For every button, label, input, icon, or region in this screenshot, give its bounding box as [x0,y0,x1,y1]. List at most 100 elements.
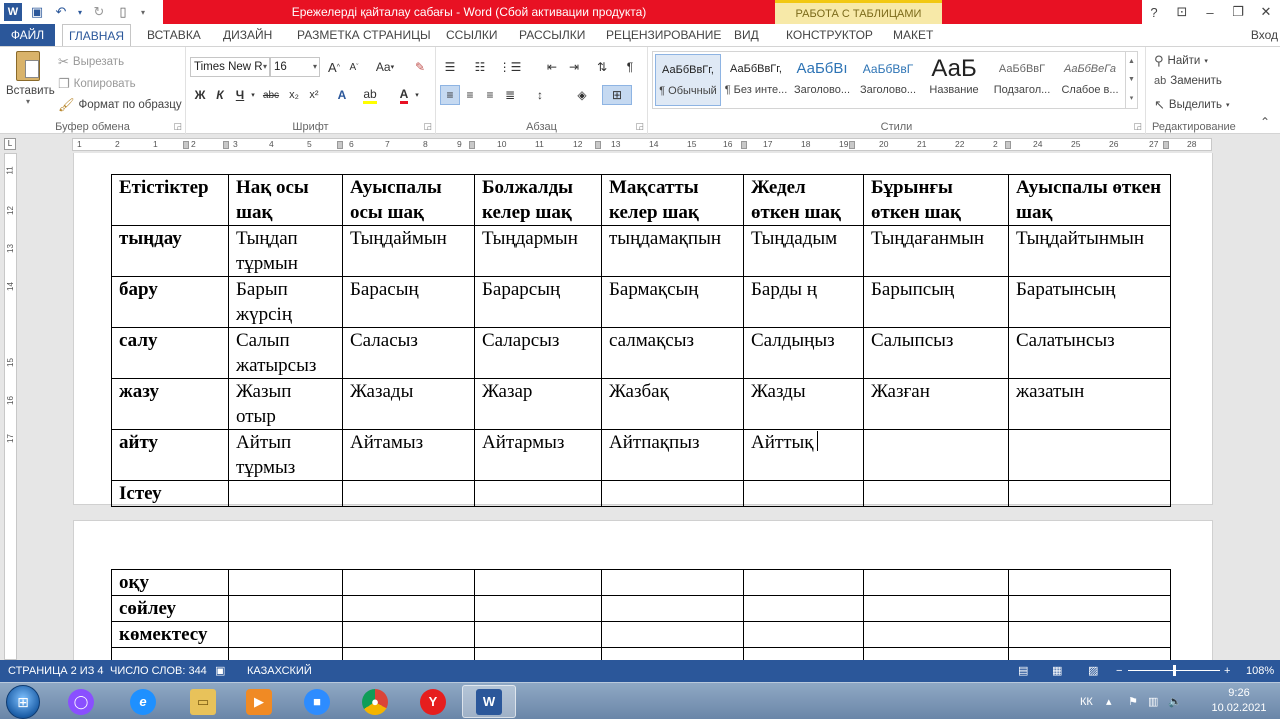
table-cell[interactable] [474,647,602,660]
table-cell[interactable]: Саласыз [342,327,475,379]
text-effects-icon[interactable]: A [332,85,352,105]
table-cell[interactable]: Тыңдаймын [342,225,475,277]
clock[interactable]: 9:26 10.02.2021 [1204,687,1274,714]
table-header-cell[interactable]: Етістіктер [111,174,229,226]
table-cell-verb[interactable]: жазу [111,378,229,430]
start-button-icon[interactable]: ⊞ [6,685,40,719]
table-cell[interactable] [743,595,864,622]
clear-formatting-icon[interactable]: ✎ [410,57,430,77]
table-cell[interactable] [342,621,475,648]
style-no-spacing[interactable]: АаБбВвГг, ¶ Без инте... [723,54,789,106]
undo-dropdown-icon[interactable]: ▾ [76,3,84,21]
tab-table-constructor[interactable]: КОНСТРУКТОР [780,24,879,46]
volume-icon[interactable]: 🔈 [1168,683,1182,719]
table-cell[interactable] [228,595,343,622]
table-cell[interactable]: Тыңдадым [743,225,864,277]
redo-icon[interactable]: ↻ [90,3,108,21]
table-cell[interactable] [863,569,1009,596]
sign-in-link[interactable]: Вход [1251,24,1280,46]
table-header-cell[interactable]: Ауыспалы өткен шақ [1008,174,1171,226]
cut-button[interactable]: ✂ Вырезать [58,54,124,70]
table-cell[interactable] [1008,647,1171,660]
table-cell[interactable]: Тыңдап тұрмын [228,225,343,277]
replace-button[interactable]: ab Заменить [1154,75,1222,87]
taskbar-app-ie[interactable]: e [116,685,170,718]
web-layout-icon[interactable]: ▨ [1088,660,1098,682]
table-cell[interactable] [1008,429,1171,481]
collapse-ribbon-icon[interactable]: ⌃ [1260,115,1270,129]
page-3[interactable]: оқу сөйлеу көмектесу [73,520,1213,660]
style-subtitle[interactable]: АаБбВвГ Подзагол... [989,54,1055,106]
table-cell[interactable] [228,647,343,660]
paste-button[interactable]: Вставить ▾ [6,51,55,115]
table-cell[interactable]: Жазды [743,378,864,430]
close-button[interactable]: ✕ [1252,0,1280,24]
table-cell[interactable] [474,595,602,622]
font-name-combo[interactable]: Times New R ▾ [190,57,270,77]
table-cell[interactable]: Баратынсың [1008,276,1171,328]
sort-icon[interactable]: ⇅ [592,57,612,77]
select-button[interactable]: ↖ Выделить ▾ [1154,97,1229,113]
zoom-in-icon[interactable]: + [1224,660,1230,682]
undo-icon[interactable]: ↶ [52,3,70,21]
table-cell[interactable]: Айтпақпыз [601,429,744,481]
table-cell[interactable] [863,480,1009,507]
table-cell[interactable] [743,480,864,507]
multilevel-list-icon[interactable]: ⋮☰ [499,57,522,77]
taskbar-app-yandex[interactable]: Y [406,685,460,718]
taskbar-app-zoom[interactable]: ■ [290,685,344,718]
table-header-cell[interactable]: Жедел өткен шақ [743,174,864,226]
table-cell[interactable] [1008,621,1171,648]
ruler-column-marker[interactable] [595,141,601,149]
table-cell[interactable] [342,647,475,660]
align-left-icon[interactable]: ≡ [440,85,460,105]
tray-expand-icon[interactable]: ▴ [1106,683,1112,719]
align-center-icon[interactable]: ≡ [460,85,480,105]
font-color-dropdown-icon[interactable]: ▾ [412,85,422,105]
save-icon[interactable]: ▣ [28,3,46,21]
table-cell[interactable]: Жазады [342,378,475,430]
table-cell-verb[interactable]: айту [111,429,229,481]
table-cell[interactable]: Жазып отыр [228,378,343,430]
styles-scroll-down-icon[interactable]: ▼ [1128,76,1135,83]
format-painter-button[interactable]: 🖌 Формат по образцу [58,97,182,113]
new-document-icon[interactable]: ▯ [114,3,132,21]
table-cell-verb[interactable]: бару [111,276,229,328]
taskbar-app-word[interactable]: W [462,685,516,718]
table-cell[interactable] [601,480,744,507]
table-cell-verb[interactable]: салу [111,327,229,379]
style-heading-1[interactable]: АаБбВı Заголово... [789,54,855,106]
ruler-column-marker[interactable] [337,141,343,149]
verb-tense-table[interactable]: Етістіктер Нақ осы шақ Ауыспалы осы шақ Бол… [111,174,1171,507]
styles-dialog-launcher-icon[interactable]: ◲ [1133,121,1142,132]
table-cell[interactable]: Барыпсың [863,276,1009,328]
table-cell[interactable]: Жазбақ [601,378,744,430]
tab-file[interactable]: ФАЙЛ [0,24,55,46]
style-normal[interactable]: АаБбВвГг, ¶ Обычный [655,54,721,106]
highlight-color-icon[interactable]: ab [360,85,380,105]
table-cell[interactable]: Барды ң [743,276,864,328]
style-title[interactable]: АаБ Название [921,54,987,106]
paragraph-dialog-launcher-icon[interactable]: ◲ [635,121,644,132]
increase-indent-icon[interactable]: ⇥ [564,57,584,77]
ruler-column-marker[interactable] [1005,141,1011,149]
decrease-indent-icon[interactable]: ⇤ [542,57,562,77]
ruler-column-marker[interactable] [741,141,747,149]
ruler-column-marker[interactable] [469,141,475,149]
font-size-combo[interactable]: 16 ▾ [270,57,320,77]
table-cell[interactable]: Салатынсыз [1008,327,1171,379]
table-cell[interactable] [342,595,475,622]
table-cell[interactable]: Барып жүрсің [228,276,343,328]
table-cell[interactable] [1008,595,1171,622]
font-dialog-launcher-icon[interactable]: ◲ [423,121,432,132]
table-cell[interactable]: Саларсыз [474,327,602,379]
tab-insert[interactable]: ВСТАВКА [141,24,207,46]
show-formatting-marks-icon[interactable]: ¶ [620,57,640,77]
table-cell-verb[interactable]: Істеу [111,480,229,507]
styles-gallery-scroll[interactable]: ▲ ▼ ▾ [1125,52,1137,108]
underline-button[interactable]: Ч [230,85,250,105]
table-cell[interactable] [228,569,343,596]
table-cell[interactable]: Тыңдармын [474,225,602,277]
superscript-button[interactable]: x² [304,85,324,105]
table-header-cell[interactable]: Нақ осы шақ [228,174,343,226]
